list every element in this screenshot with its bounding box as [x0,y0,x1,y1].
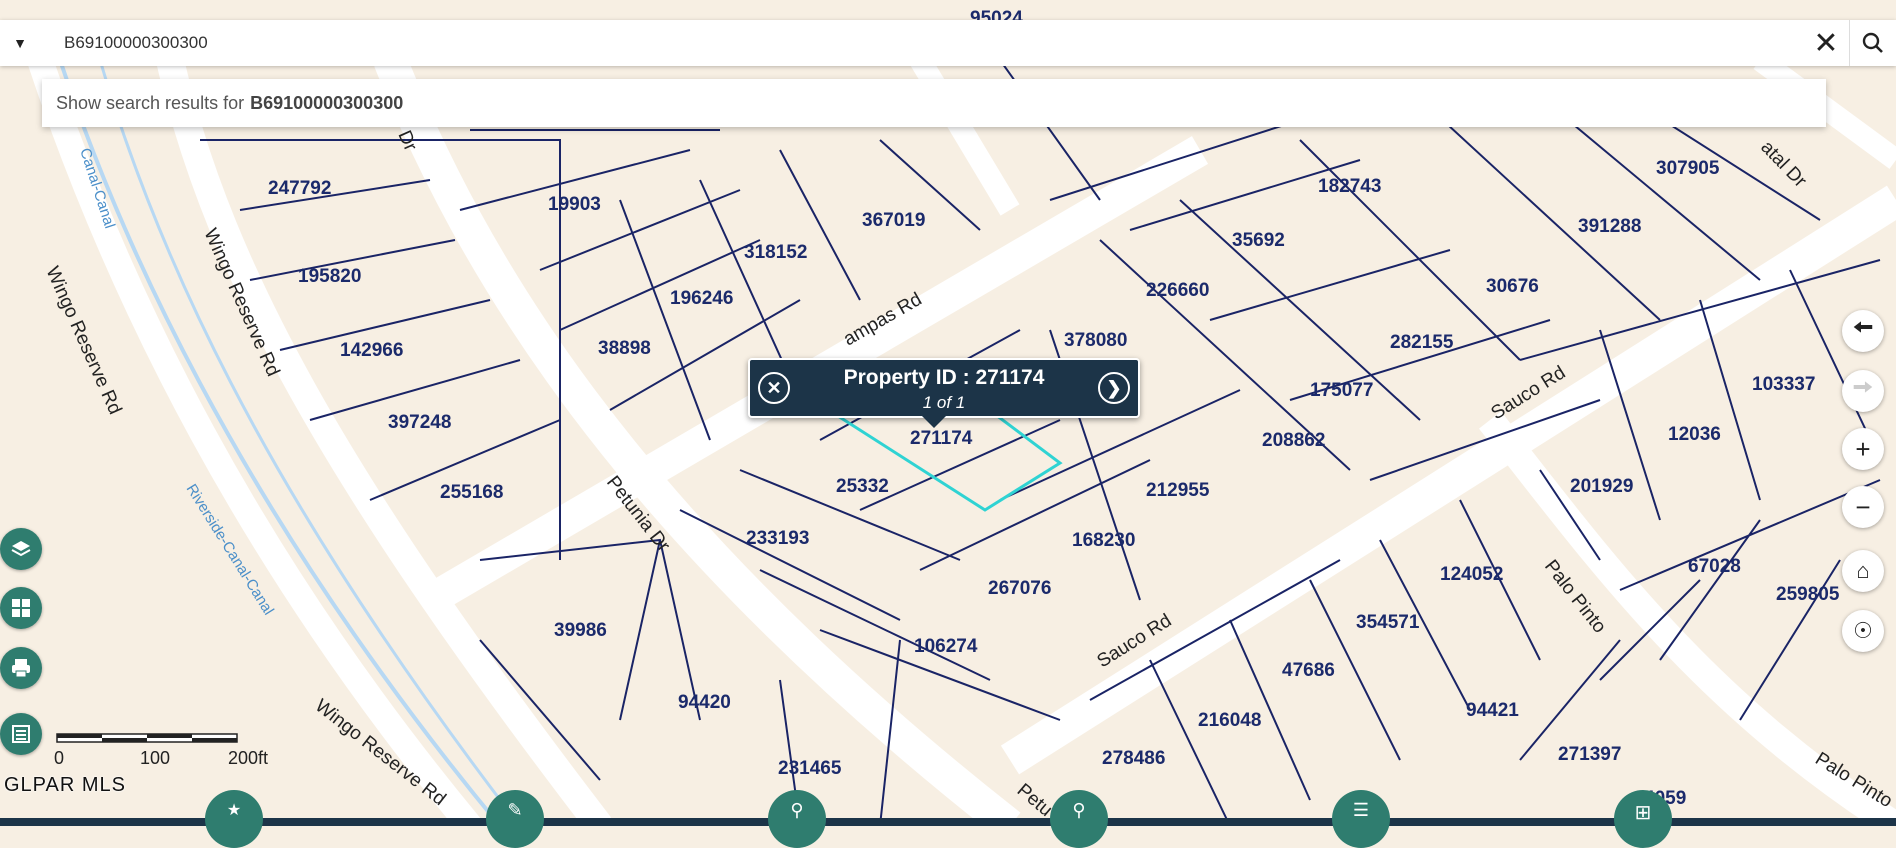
search-input[interactable] [40,22,1803,64]
back-arrow-icon: 🠨 [1852,312,1874,342]
parcel-label[interactable]: 307905 [1656,158,1720,179]
clear-search-button[interactable]: ✕ [1803,20,1849,66]
street-label: Wingo Reserve Rd [41,263,125,417]
parcel-label[interactable]: 196246 [670,288,733,309]
previous-extent-button[interactable]: 🠨 [1842,310,1884,352]
ruler-tool[interactable]: ☰ [1332,790,1390,848]
search-area-tool[interactable]: ⚲ [1050,790,1108,848]
property-popup: ✕ Property ID : 271174 1 of 1 ❯ [748,358,1140,428]
parcel-label[interactable]: 67028 [1688,556,1741,577]
list-icon [12,725,30,743]
search-bar: ▼ ✕ [0,20,1896,66]
parcel-label[interactable]: 94420 [678,692,731,713]
locate-button[interactable]: ☉ [1842,610,1884,652]
search-icon [1862,32,1883,53]
print-button[interactable] [0,647,42,689]
parcel-label[interactable]: 35692 [1232,230,1285,251]
scale-label: 0 [54,748,65,768]
bookmark-tool[interactable]: ★ [205,790,263,848]
parcel-label[interactable]: 282155 [1390,332,1454,353]
bookmark-icon: ★ [226,802,242,819]
parcel-label[interactable]: 247792 [268,178,331,199]
next-extent-button[interactable]: 🠪 [1842,370,1884,412]
draw-icon: ✎ [507,800,523,820]
locate-icon: ☉ [1853,618,1873,643]
parcel-label[interactable]: 103337 [1752,374,1815,395]
scale-label: 200ft [228,748,269,768]
home-button[interactable]: ⌂ [1842,550,1884,592]
close-icon: ✕ [1813,26,1839,60]
draw-tool[interactable]: ✎ [486,790,544,848]
measure-icon: ⚲ [790,800,804,820]
chevron-right-icon: ❯ [1106,377,1122,398]
parcel-label[interactable]: 271397 [1558,744,1621,765]
parcel-label[interactable]: 208862 [1262,430,1325,451]
parcel-label[interactable]: 216048 [1198,710,1261,731]
search-area-icon: ⚲ [1072,800,1086,820]
suggestion-term: B69100000300300 [250,92,404,113]
parcel-label[interactable]: 367019 [862,210,925,231]
forward-arrow-icon: 🠪 [1852,372,1874,402]
bottom-toolbar [0,818,1896,826]
parcel-label[interactable]: 212955 [1146,480,1210,501]
zoom-in-button[interactable]: + [1842,428,1884,470]
parcel-label[interactable]: 182743 [1318,176,1381,197]
ruler-icon: ☰ [1352,800,1370,820]
layers-icon [11,541,31,557]
parcel-label[interactable]: 226660 [1146,280,1209,301]
layers-button[interactable] [0,528,42,570]
zoom-out-button[interactable]: − [1842,486,1884,528]
parcel-label[interactable]: 94421 [1466,700,1519,721]
caret-down-icon: ▼ [13,35,27,51]
add-icon: ⊞ [1634,802,1652,824]
parcel-label[interactable]: 318152 [744,242,807,263]
parcel-label[interactable]: 47686 [1282,660,1335,681]
attribution: GLPAR MLS [4,774,126,796]
parcel-label[interactable]: 255168 [440,482,503,503]
parcel-label[interactable]: 30676 [1486,276,1539,297]
suggestion-prefix: Show search results for [56,92,245,113]
grid-icon [12,599,30,617]
parcel-label[interactable]: 124052 [1440,564,1503,585]
parcel-label[interactable]: 25332 [836,476,889,497]
print-icon [12,659,30,678]
parcel-label[interactable]: 231465 [778,758,842,779]
parcel-label[interactable]: 38898 [598,338,651,359]
popup-next-button[interactable]: ❯ [1098,372,1130,404]
parcel-label[interactable]: 19903 [548,194,601,215]
parcel-label[interactable]: 175077 [1310,380,1373,401]
parcel-label[interactable]: 168230 [1072,530,1135,551]
parcel-label selected-parcel-label[interactable]: 271174 [910,428,973,449]
parcel-label[interactable]: 39986 [554,620,607,641]
parcel-label[interactable]: 12036 [1668,424,1721,445]
parcel-label[interactable]: 378080 [1064,330,1127,351]
scale-label: 100 [140,748,171,768]
parcel-label[interactable]: 233193 [746,528,809,549]
parcel-label[interactable]: 267076 [988,578,1051,599]
parcel-label[interactable]: 142966 [340,340,403,361]
search-source-dropdown[interactable]: ▼ [0,20,40,66]
measure-tool[interactable]: ⚲ [768,790,826,848]
parcel-label[interactable]: 391288 [1578,216,1641,237]
parcel-label[interactable]: 397248 [388,412,451,433]
search-button[interactable] [1849,20,1896,66]
parcel-label[interactable]: 259805 [1776,584,1840,605]
legend-button[interactable] [0,713,42,755]
add-tool[interactable]: ⊞ [1614,790,1672,848]
basemap-gallery-button[interactable] [0,587,42,629]
zoom-in-icon: + [1855,433,1871,464]
parcel-label[interactable]: 195820 [298,266,361,287]
scale-bar [56,733,238,743]
parcel-label[interactable]: 201929 [1570,476,1633,497]
zoom-out-icon: − [1855,491,1871,522]
popup-subtitle: 1 of 1 [922,393,966,412]
home-icon: ⌂ [1856,558,1870,583]
parcel-label[interactable]: 278486 [1102,748,1165,769]
popup-title: Property ID : 271174 [843,366,1045,389]
parcel-label[interactable]: 106274 [914,636,978,657]
parcel-label[interactable]: 354571 [1356,612,1420,633]
search-suggestion[interactable]: Show search results for B69100000300300 [42,79,1826,127]
